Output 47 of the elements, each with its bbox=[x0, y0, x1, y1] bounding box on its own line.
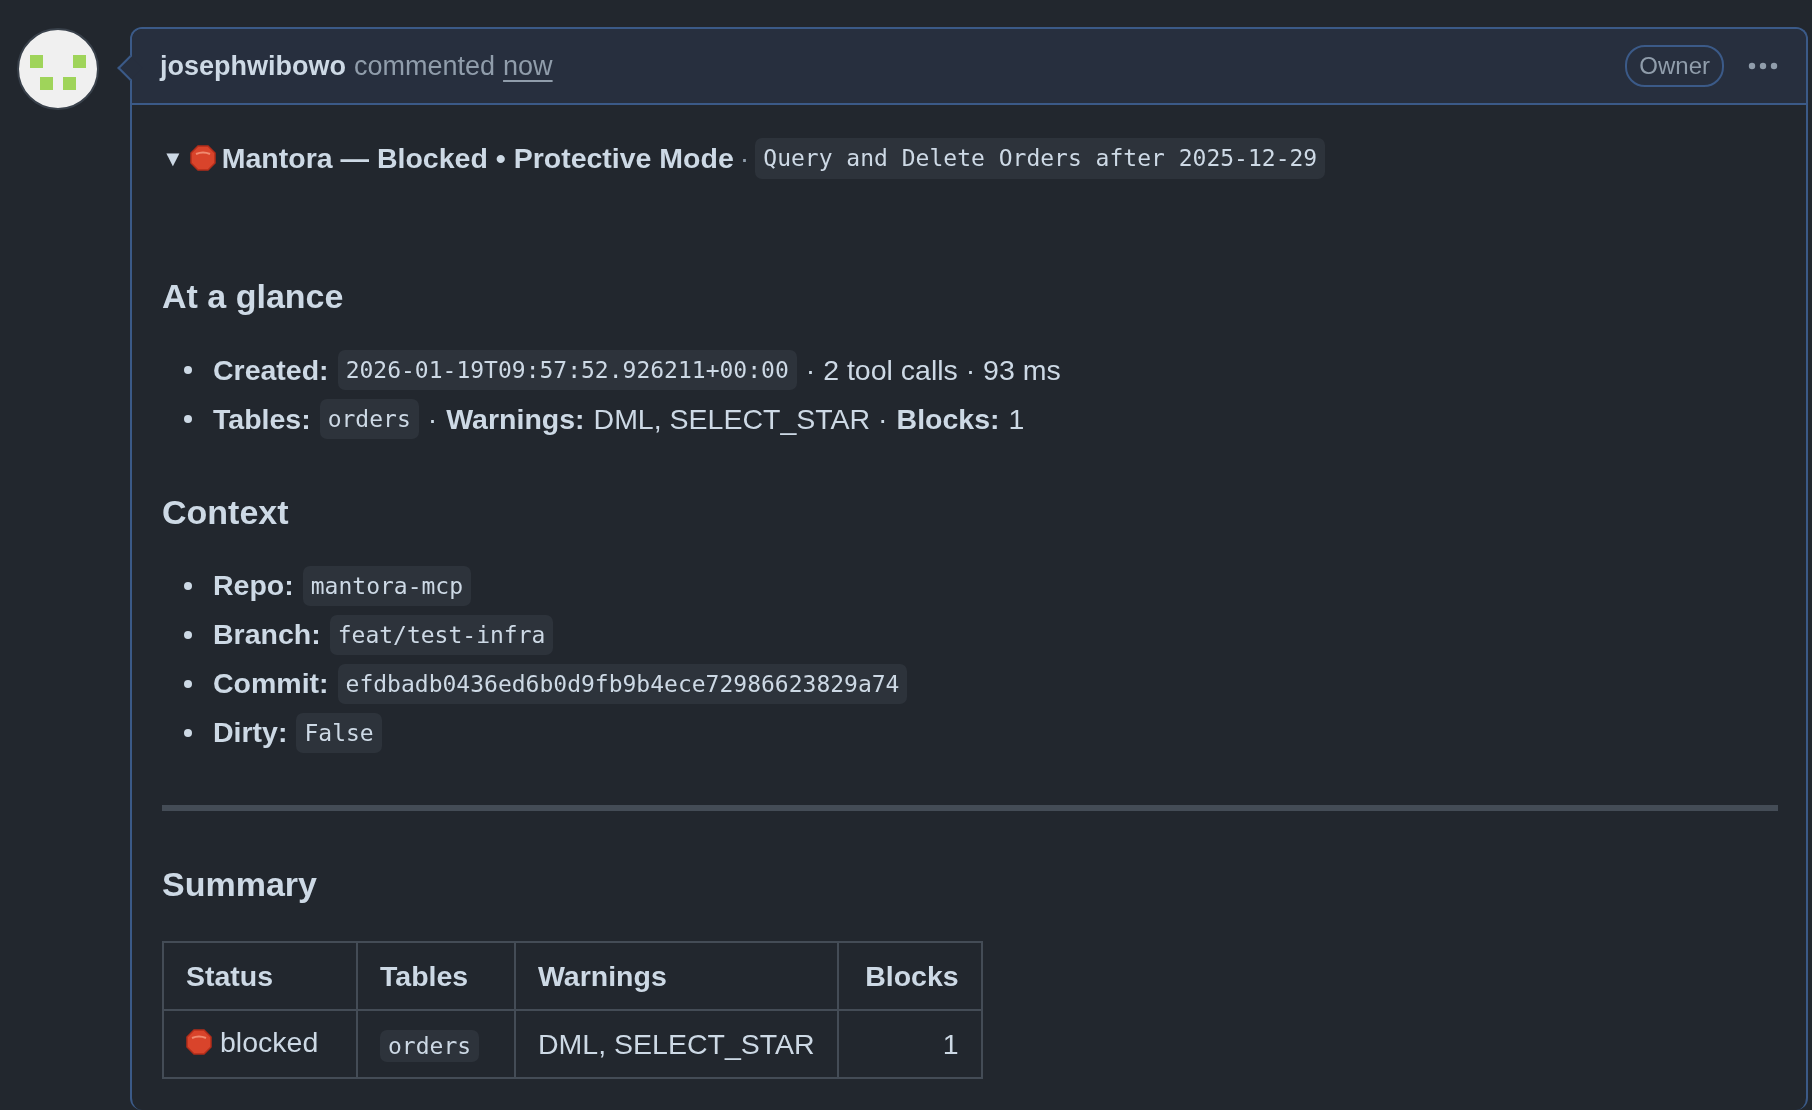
separator-dot: · bbox=[739, 141, 750, 176]
column-header: Status bbox=[163, 942, 357, 1011]
bullet-icon bbox=[184, 581, 192, 590]
field-label: Tables: bbox=[213, 401, 311, 437]
field-label: Warnings: bbox=[446, 401, 585, 437]
field-value: · 2 tool calls · 93 ms bbox=[805, 352, 1061, 388]
column-header: Blocks bbox=[837, 942, 982, 1011]
field-value: DML, SELECT_STAR · bbox=[593, 401, 888, 437]
field-label: Blocks: bbox=[896, 401, 1000, 437]
field-label: Branch: bbox=[213, 617, 321, 653]
column-header: Warnings bbox=[515, 942, 838, 1011]
section-heading: Summary bbox=[162, 864, 318, 906]
owner-label: Owner bbox=[1625, 45, 1724, 87]
bullet-icon bbox=[184, 728, 192, 737]
bullet-icon bbox=[184, 415, 192, 424]
field-value: 1 bbox=[1008, 401, 1025, 437]
query-code: Query and Delete Orders after 2025-12-29 bbox=[755, 138, 1326, 179]
status-text: blocked bbox=[220, 1025, 319, 1061]
disclosure-toggle[interactable]: ▼ bbox=[162, 141, 184, 175]
column-header: Tables bbox=[357, 942, 515, 1011]
field-label: Created: bbox=[213, 352, 329, 388]
more-options-icon[interactable] bbox=[1748, 62, 1778, 70]
field-label: Repo: bbox=[213, 568, 294, 604]
timestamp-link[interactable]: now bbox=[503, 45, 553, 87]
action-text: commented bbox=[354, 49, 496, 83]
code-chip: orders bbox=[380, 1029, 480, 1062]
code-chip: False bbox=[296, 712, 382, 754]
bullet-icon bbox=[184, 630, 192, 639]
stop-sign-icon bbox=[186, 1029, 212, 1056]
code-chip: orders bbox=[319, 398, 419, 440]
code-chip: 2026-01-19T09:57:52.926211+00:00 bbox=[337, 349, 797, 391]
section-heading: At a glance bbox=[162, 275, 345, 317]
field-label: Commit: bbox=[213, 666, 329, 702]
avatar-icon bbox=[16, 27, 100, 111]
bullet-icon bbox=[184, 366, 192, 375]
author-link[interactable]: josephwibowo bbox=[160, 45, 346, 87]
table-cell: DML, SELECT_STAR bbox=[515, 1010, 838, 1079]
bullet-icon bbox=[184, 679, 192, 688]
summary-title[interactable]: Mantora — Blocked • Protective Mode bbox=[221, 137, 734, 180]
table-cell: 1 bbox=[837, 1010, 982, 1079]
code-chip: efdbadb0436ed6b0d9fb9b4ece72986623829a74 bbox=[337, 663, 908, 705]
code-chip: mantora-mcp bbox=[302, 565, 472, 607]
section-heading: Context bbox=[162, 491, 290, 533]
stop-sign-icon bbox=[189, 145, 216, 172]
code-chip: feat/test-infra bbox=[329, 614, 554, 656]
field-value: · bbox=[427, 401, 438, 437]
field-label: Dirty: bbox=[213, 715, 288, 751]
